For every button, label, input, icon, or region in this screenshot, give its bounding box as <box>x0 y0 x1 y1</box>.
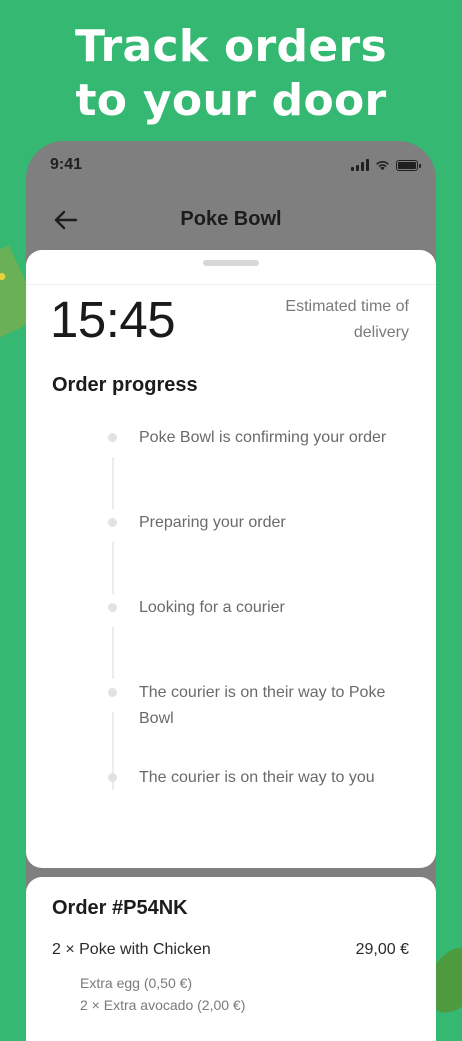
status-icons <box>351 159 421 171</box>
headline-line-1: Track orders <box>75 21 387 72</box>
tracking-sheet: 15:45 Estimated time of delivery Order p… <box>26 250 436 868</box>
wifi-icon <box>376 161 389 171</box>
sheet-grabber[interactable] <box>203 260 259 266</box>
marketing-headline: Track orders to your door <box>0 20 462 128</box>
step-dot <box>108 433 117 442</box>
step-label: Preparing your order <box>139 514 286 531</box>
order-item: 2 × Poke with Chicken 29,00 € <box>52 941 409 965</box>
headline-line-2: to your door <box>75 75 387 126</box>
status-time: 9:41 <box>50 156 83 173</box>
progress-connector <box>112 627 114 679</box>
eta-time: 15:45 <box>50 291 176 348</box>
step-dot <box>108 773 117 782</box>
item-extra: Extra egg (0,50 €) <box>80 975 193 991</box>
nav-title: Poke Bowl <box>180 208 282 230</box>
order-summary-card: Order #P54NK 2 × Poke with Chicken 29,00… <box>26 877 436 1041</box>
order-progress-title: Order progress <box>52 374 198 396</box>
step-label: The courier is on their way to Poke Bowl <box>139 684 386 727</box>
signal-icon <box>351 159 369 171</box>
eta-label: Estimated time of delivery <box>285 298 409 341</box>
step-label: The courier is on their way to you <box>139 769 375 786</box>
divider <box>26 284 436 285</box>
step-dot <box>108 688 117 697</box>
item-extra: 2 × Extra avocado (2,00 €) <box>80 997 246 1013</box>
step-dot <box>108 603 117 612</box>
item-name: 2 × Poke with Chicken <box>52 941 211 958</box>
battery-icon <box>396 160 421 171</box>
step-label: Poke Bowl is confirming your order <box>139 429 387 446</box>
step-dot <box>108 518 117 527</box>
progress-connector <box>112 542 114 594</box>
order-number: Order #P54NK <box>52 897 188 919</box>
phone-mockup: 9:41 Poke Bowl 15:45 Estimated time of d… <box>26 141 436 1041</box>
status-bar: 9:41 <box>26 141 436 191</box>
item-price: 29,00 € <box>355 941 409 958</box>
progress-connector <box>112 457 114 509</box>
nav-bar: Poke Bowl <box>26 196 436 246</box>
step-label: Looking for a courier <box>139 599 285 616</box>
